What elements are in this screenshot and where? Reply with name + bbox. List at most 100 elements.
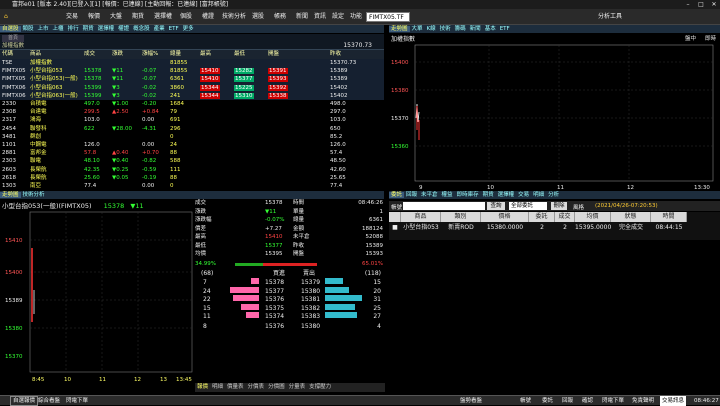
column-header-0[interactable]: 代碼 [2,50,13,59]
tab-etf[interactable]: ETF [167,26,181,32]
tab-trend[interactable]: 走勢圖 [389,26,410,32]
detail-row: 漲跌 ▼11 單量 1 [195,208,385,217]
order-column-header[interactable]: 成交 [555,212,575,222]
tab-concept[interactable]: 概念股 [131,26,152,32]
style-label[interactable]: 風格 [573,203,584,211]
tab-up[interactable]: 上市 [36,26,51,32]
tab-chip[interactable]: 籌碼 [453,26,468,32]
tab-tech[interactable]: 技術 [438,26,453,32]
order-tab[interactable]: 交易 [516,192,531,198]
tab-etf2[interactable]: ETF [498,26,512,32]
tab-rank[interactable]: 排行 [66,26,81,32]
order-tab[interactable]: 期貨 [481,192,496,198]
order-cell[interactable]: 新賣ROD [441,223,481,233]
order-tab[interactable]: 未平倉 [419,192,440,198]
close-icon[interactable]: ✕ [708,0,720,9]
column-header-6[interactable]: 最高 [200,50,211,59]
menu-item-quote[interactable]: 報價 [88,9,100,25]
order-column-header[interactable]: 商品 [401,212,441,222]
order-cell[interactable]: 小型台指053 [401,223,441,233]
bottom-tab[interactable]: 支撐壓力 [307,384,333,390]
tab-tech-detail[interactable]: 技術分析 [21,192,47,198]
account-select[interactable] [403,202,485,210]
code-input[interactable]: FIMTX05.TF [366,12,410,22]
tab-bigorder[interactable]: 大單 [410,26,425,32]
order-column-header[interactable]: 狀態 [611,212,651,222]
menu-item-stock[interactable]: 個股 [180,9,192,25]
order-tab[interactable]: 委託 [389,192,405,198]
column-header-2[interactable]: 成交 [84,50,95,59]
tab-news[interactable]: 新聞 [468,26,483,32]
column-header-1[interactable]: 商品 [30,50,41,59]
cancel-button[interactable]: 刪除 [551,202,567,210]
tab-options[interactable]: 選擇權 [96,26,117,32]
order-column-header[interactable]: 委託 [529,212,555,222]
tab-otc[interactable]: 上櫃 [51,26,66,32]
tab-trend-detail[interactable]: 走勢圖 [0,192,21,198]
home-icon[interactable]: ⌂ [4,9,8,25]
order-cell[interactable]: 15395.0000 [575,223,611,233]
bottom-tab[interactable]: 明細 [210,384,225,390]
order-cell[interactable]: 2 [555,223,575,233]
quote-row[interactable]: 1303 南亞 77.4 0.00 0 77.4 [0,182,384,188]
order-column-header[interactable]: 均價 [575,212,611,222]
bottom-tab[interactable]: 分價表 [246,384,267,390]
menu-item-info[interactable]: 資訊 [314,9,326,25]
tab-industry[interactable]: 產業 [152,26,167,32]
menu-item-trade[interactable]: 交易 [66,9,78,25]
menu-item-screener[interactable]: 選股 [252,9,264,25]
maximize-icon[interactable]: □ [695,0,707,9]
quote-detail: 成交 15378 時間 08:46:26 漲跌 ▼11 單量 1 漲跌幅 -0.07% 總量 6361… [195,199,385,269]
query-button[interactable]: 查詢 [487,202,505,210]
menu-item-warrant[interactable]: 權證 [202,9,214,25]
order-column-header[interactable]: 時間 [651,212,687,222]
column-header-5[interactable]: 總量 [170,50,181,59]
order-toolbar: 帳號 查詢 全部委託 刪除 風格 (2021/04/26-07:20:53) [389,201,720,211]
order-cell[interactable]: 08:44:15 [651,223,687,233]
book-foot-left: 8 [203,323,207,330]
menu-item-function[interactable]: 功能 [350,9,362,25]
filter-select[interactable]: 全部委託 [509,202,547,210]
order-cell[interactable]: 15380.0000 [481,223,529,233]
order-column-header[interactable]: 類別 [441,212,481,222]
order-tab[interactable]: 分析 [546,192,561,198]
tab-warrant[interactable]: 權證 [116,26,131,32]
column-header-7[interactable]: 最低 [234,50,245,59]
detail-value: 188124 [362,225,383,232]
tab-kline[interactable]: K線 [425,26,438,32]
order-cell[interactable]: ■ [389,223,401,233]
order-tab[interactable]: 選擇權 [496,192,517,198]
menu-item-tech[interactable]: 技術分析 [222,9,246,25]
tab-group[interactable]: 類股 [21,26,36,32]
menu-item-account[interactable]: 帳務 [274,9,286,25]
menu-item-settings[interactable]: 設定 [332,9,344,25]
menu-item-market[interactable]: 大盤 [110,9,122,25]
order-tab[interactable]: 權益 [440,192,455,198]
column-header-8[interactable]: 開盤 [268,50,279,59]
menu-item-options[interactable]: 選擇權 [154,9,172,25]
column-header-9[interactable]: 昨收 [330,50,341,59]
tab-fund[interactable]: 基本 [483,26,498,32]
book-row[interactable]: 11 15374 15383 27 [195,312,385,322]
tab-self-select[interactable]: 自選股 [0,26,21,32]
order-column-header[interactable]: 價格 [481,212,529,222]
order-cell[interactable]: 2 [529,223,555,233]
menu-item-news[interactable]: 新聞 [296,9,308,25]
tab-futures[interactable]: 期貨 [81,26,96,32]
bottom-tab[interactable]: 價量表 [225,384,246,390]
analysis-tool-button[interactable]: 分析工具 [598,9,622,25]
bottom-tab[interactable]: 分量表 [287,384,308,390]
order-tab[interactable]: 即時庫存 [455,192,481,198]
order-tab[interactable]: 明細 [531,192,546,198]
quote-home-button[interactable]: 首頁 [2,35,24,42]
tab-more[interactable]: 更多 [181,26,196,32]
bottom-tab[interactable]: 報價 [195,384,210,390]
menu-item-futures[interactable]: 期貨 [132,9,144,25]
order-column-header[interactable] [389,212,401,222]
column-header-3[interactable]: 漲跌 [112,50,123,59]
bottom-tab[interactable]: 分價圖 [266,384,287,390]
order-cell[interactable]: 完全成交 [611,223,651,233]
column-header-4[interactable]: 漲幅% [142,50,158,59]
order-tab[interactable]: 回報 [404,192,419,198]
minimize-icon[interactable]: – [682,0,694,9]
